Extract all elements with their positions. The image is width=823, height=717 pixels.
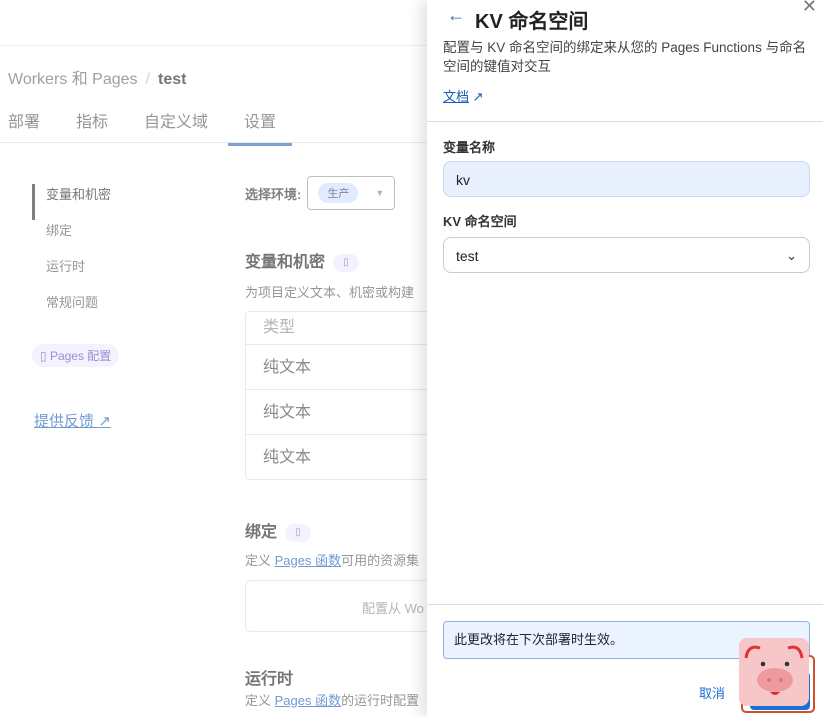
divider (427, 604, 823, 605)
bindings-description: 定义 Pages 函数可用的资源集 (245, 553, 420, 568)
pages-config-badge[interactable]: ▯ Pages 配置 (32, 344, 120, 367)
external-link-icon: ↗ (472, 89, 484, 104)
chevron-down-icon: ⌄ (786, 248, 797, 263)
tab-deployments[interactable]: 部署 (8, 108, 40, 146)
tab-settings[interactable]: 设置 (228, 108, 293, 146)
sidebar-item-runtime[interactable]: 运行时 (32, 256, 119, 292)
runtime-heading: 运行时 (245, 671, 294, 688)
sidebar-item-bindings[interactable]: 绑定 (32, 220, 119, 256)
vars-description: 为项目定义文本、机密或构建 (245, 285, 415, 300)
settings-sidebar: 变量和机密 绑定 运行时 常规问题 ▯ Pages 配置 (32, 184, 120, 380)
tab-metrics[interactable]: 指标 (76, 108, 108, 146)
divider (427, 121, 823, 122)
pages-config-label: Pages 配置 (49, 349, 112, 363)
book-icon[interactable]: ▯ (333, 253, 360, 272)
docs-label: 文档 (443, 89, 470, 104)
sidebar-item-general[interactable]: 常规问题 (32, 292, 119, 328)
drawer-description: 配置与 KV 命名空间的绑定来从您的 Pages Functions 与命名空间… (443, 40, 807, 74)
breadcrumb-separator: / (145, 71, 150, 88)
feedback-link[interactable]: 提供反馈 ↗ (34, 410, 111, 431)
pages-functions-link[interactable]: Pages 函数 (275, 553, 341, 568)
docs-link[interactable]: 文档 ↗ (443, 86, 484, 105)
pages-functions-link[interactable]: Pages 函数 (275, 693, 341, 708)
main-content: 选择环境: 生产 ▼ 变量和机密 ▯ 为项目定义文本、机密或构建 (245, 176, 414, 301)
tabs: 部署 指标 自定义域 设置 (8, 108, 328, 146)
book-icon[interactable]: ▯ (285, 523, 312, 542)
drawer-title: KV 命名空间 (475, 11, 589, 33)
kv-namespace-value: test (456, 248, 479, 264)
tab-custom-domains[interactable]: 自定义域 (144, 108, 208, 146)
caret-down-icon: ▼ (375, 188, 385, 198)
vars-heading: 变量和机密 ▯ (245, 248, 414, 272)
sidebar-item-variables[interactable]: 变量和机密 (32, 184, 119, 220)
cancel-button[interactable]: 取消 (699, 683, 725, 702)
breadcrumb: Workers 和 Pages / test (8, 65, 186, 89)
external-link-icon: ↗ (98, 413, 111, 430)
bindings-heading: 绑定 ▯ (245, 518, 312, 542)
env-value: 生产 (318, 183, 359, 203)
kv-namespace-label: KV 命名空间 (443, 214, 517, 229)
close-icon[interactable]: ✕ (802, 0, 817, 17)
pig-sticker-icon (739, 638, 815, 713)
env-label: 选择环境: (245, 186, 302, 202)
table-row: 纯文本 (246, 344, 444, 389)
variable-name-label: 变量名称 (443, 140, 496, 155)
vars-table: 类型 纯文本 纯文本 纯文本 (245, 311, 445, 480)
bindings-empty-state: 配置从 Wo (245, 580, 445, 632)
feedback-label: 提供反馈 (34, 413, 95, 430)
variable-name-input[interactable]: kv (443, 161, 810, 197)
table-header-type: 类型 (263, 319, 296, 336)
table-row: 纯文本 (246, 434, 444, 479)
table-row: 纯文本 (246, 389, 444, 434)
env-select[interactable]: 生产 ▼ (307, 176, 396, 210)
kv-namespace-select[interactable]: test ⌄ (443, 237, 810, 273)
kv-namespace-drawer: ✕ ← KV 命名空间 配置与 KV 命名空间的绑定来从您的 Pages Fun… (427, 0, 823, 717)
back-arrow-icon[interactable]: ← (447, 5, 465, 26)
breadcrumb-parent[interactable]: Workers 和 Pages (8, 71, 138, 88)
breadcrumb-current: test (157, 71, 187, 88)
env-selector-row: 选择环境: 生产 ▼ (245, 176, 414, 210)
divider (0, 142, 430, 143)
runtime-description: 定义 Pages 函数的运行时配置 (245, 693, 420, 708)
